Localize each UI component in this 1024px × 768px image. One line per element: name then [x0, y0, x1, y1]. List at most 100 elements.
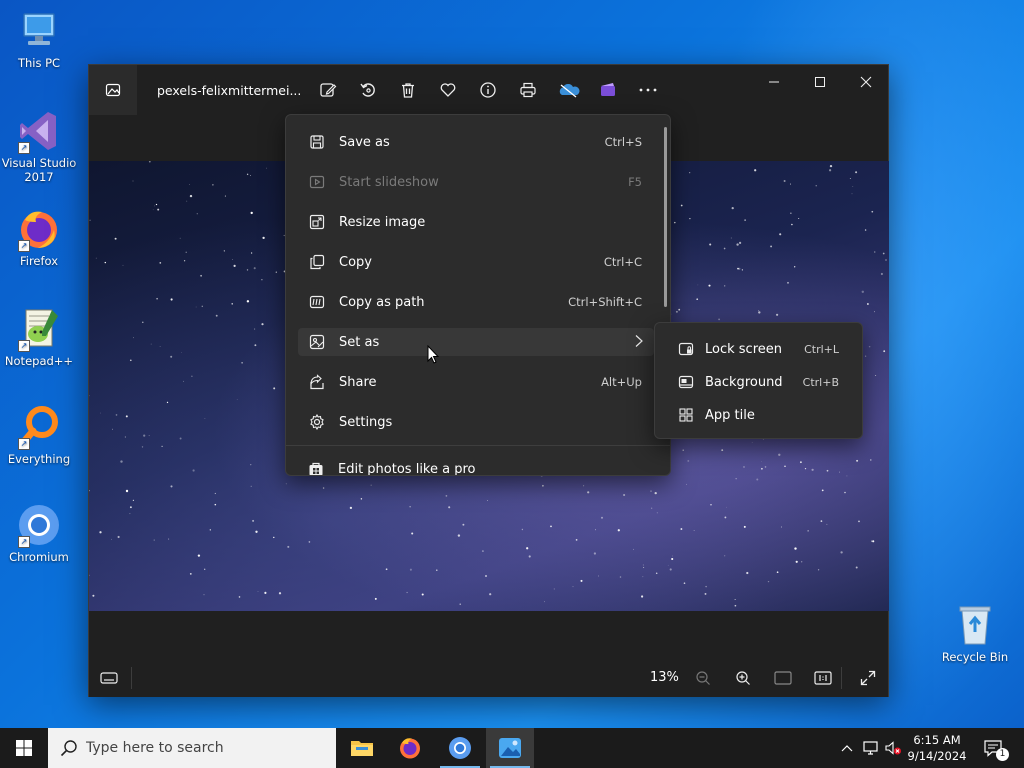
system-clock[interactable]: 6:15 AM 9/14/2024	[904, 732, 970, 764]
menu-item-settings[interactable]: Settings	[298, 408, 654, 436]
menu-item-save-as[interactable]: Save as Ctrl+S	[298, 128, 654, 156]
full-screen-button[interactable]	[856, 666, 880, 690]
rotate-button[interactable]	[355, 77, 381, 103]
desktop-icon-this-pc[interactable]: This PC	[1, 8, 77, 70]
desktop-icon-visual-studio[interactable]: ↗ Visual Studio 2017	[1, 108, 77, 184]
file-explorer-icon	[351, 741, 373, 756]
close-button[interactable]	[851, 71, 881, 93]
settings-icon	[308, 413, 326, 431]
menu-item-set-as[interactable]: Set as	[298, 328, 654, 356]
minimize-button[interactable]	[759, 71, 789, 93]
close-icon	[860, 76, 872, 88]
delete-icon	[402, 83, 414, 98]
desktop-icon-label: Visual Studio 2017	[1, 156, 77, 184]
mouse-cursor-icon	[427, 344, 440, 368]
taskbar-photos[interactable]	[486, 728, 534, 768]
menu-scrollbar[interactable]	[664, 127, 667, 307]
delete-button[interactable]	[395, 77, 421, 103]
zoom-in-button[interactable]	[731, 666, 755, 690]
submenu-item-lock-screen[interactable]: Lock screen Ctrl+L	[665, 335, 855, 363]
maximize-button[interactable]	[805, 71, 835, 93]
full-screen-icon	[860, 670, 876, 686]
minimize-icon	[769, 81, 779, 83]
menu-item-start-slideshow[interactable]: Start slideshow F5	[298, 168, 654, 196]
submenu-item-label: Background	[705, 374, 783, 390]
menu-item-label: Start slideshow	[339, 174, 439, 190]
notification-icon: 1	[983, 739, 1009, 761]
windows-logo-icon	[16, 740, 32, 756]
info-button[interactable]	[475, 77, 501, 103]
zoom-out-button[interactable]	[691, 666, 715, 690]
edit-image-button[interactable]	[315, 77, 341, 103]
menu-item-edit-photos-like-a-pro[interactable]: Edit photos like a pro	[298, 455, 654, 475]
menu-item-resize-image[interactable]: Resize image	[298, 208, 654, 236]
set-as-icon	[308, 333, 326, 351]
zoom-level: 13%	[650, 670, 679, 685]
fit-to-window-button[interactable]	[771, 666, 795, 690]
notifications-button[interactable]: 1	[978, 728, 1009, 768]
store-icon	[307, 460, 325, 475]
print-button[interactable]	[515, 77, 541, 103]
print-icon	[520, 82, 536, 98]
title-bar: pexels-felixmittermei...	[89, 65, 888, 115]
save-icon	[308, 133, 326, 151]
bottom-toolbar: 13%	[89, 659, 888, 697]
firefox-icon	[400, 738, 420, 759]
computer-icon	[16, 8, 62, 54]
menu-item-copy[interactable]: Copy Ctrl+C	[298, 248, 654, 276]
chevron-right-icon	[634, 334, 644, 352]
taskbar-chromium[interactable]	[436, 728, 484, 768]
desktop-icon-label: Chromium	[9, 550, 69, 564]
clipchamp-button[interactable]	[595, 77, 621, 103]
desktop-icon-label: This PC	[17, 56, 61, 70]
network-button[interactable]	[860, 728, 882, 768]
menu-item-label: Resize image	[339, 214, 426, 230]
menu-item-label: Save as	[339, 134, 390, 150]
onedrive-button[interactable]	[556, 77, 582, 103]
menu-item-shortcut: Ctrl+C	[603, 255, 642, 269]
actual-size-button[interactable]	[811, 666, 835, 690]
menu-item-label: Set as	[339, 334, 380, 350]
desktop-icon-recycle-bin[interactable]: Recycle Bin	[937, 602, 1013, 664]
submenu-item-background[interactable]: Background Ctrl+B	[665, 368, 855, 396]
menu-item-share[interactable]: Share Alt+Up	[298, 368, 654, 396]
filmstrip-button[interactable]	[97, 666, 121, 690]
resize-icon	[308, 213, 326, 231]
background-icon	[677, 373, 695, 391]
taskbar-search-box[interactable]	[48, 728, 336, 768]
desktop-icon-firefox[interactable]: ↗ Firefox	[1, 206, 77, 268]
start-button[interactable]	[0, 728, 48, 768]
volume-muted-icon	[885, 741, 901, 755]
menu-item-label: Copy	[339, 254, 372, 270]
menu-item-label: Share	[339, 374, 377, 390]
desktop-icon-chromium[interactable]: ↗ Chromium	[1, 502, 77, 564]
favorite-button[interactable]	[435, 77, 461, 103]
onedrive-icon	[559, 84, 580, 98]
more-options-button[interactable]	[635, 77, 661, 103]
menu-item-copy-as-path[interactable]: Copy as path Ctrl+Shift+C	[298, 288, 654, 316]
show-hidden-icons-button[interactable]	[836, 728, 858, 768]
menu-item-label: Settings	[339, 414, 393, 430]
copy-icon	[308, 253, 326, 271]
copy-path-icon	[308, 293, 326, 311]
taskbar-file-explorer[interactable]	[338, 728, 386, 768]
submenu-item-label: App tile	[705, 407, 755, 423]
desktop-icon-notepad-plus-plus[interactable]: ↗ Notepad++	[1, 306, 77, 368]
submenu-item-app-tile[interactable]: App tile	[665, 401, 855, 429]
photos-app-icon	[105, 83, 121, 97]
desktop-icon-label: Firefox	[19, 254, 59, 268]
search-icon	[60, 739, 78, 757]
gallery-button[interactable]	[89, 65, 137, 115]
slideshow-icon	[308, 173, 326, 191]
menu-item-shortcut: F5	[628, 175, 642, 189]
maximize-icon	[815, 77, 825, 87]
lock-screen-icon	[677, 340, 695, 358]
volume-button[interactable]	[882, 728, 904, 768]
more-icon	[639, 88, 657, 92]
everything-search-icon: ↗	[16, 404, 62, 450]
taskbar-firefox[interactable]	[386, 728, 434, 768]
set-as-submenu: Lock screen Ctrl+L Background Ctrl+B App…	[654, 322, 863, 439]
app-tile-icon	[677, 406, 695, 424]
search-input[interactable]	[86, 740, 316, 756]
desktop-icon-everything[interactable]: ↗ Everything	[1, 404, 77, 466]
